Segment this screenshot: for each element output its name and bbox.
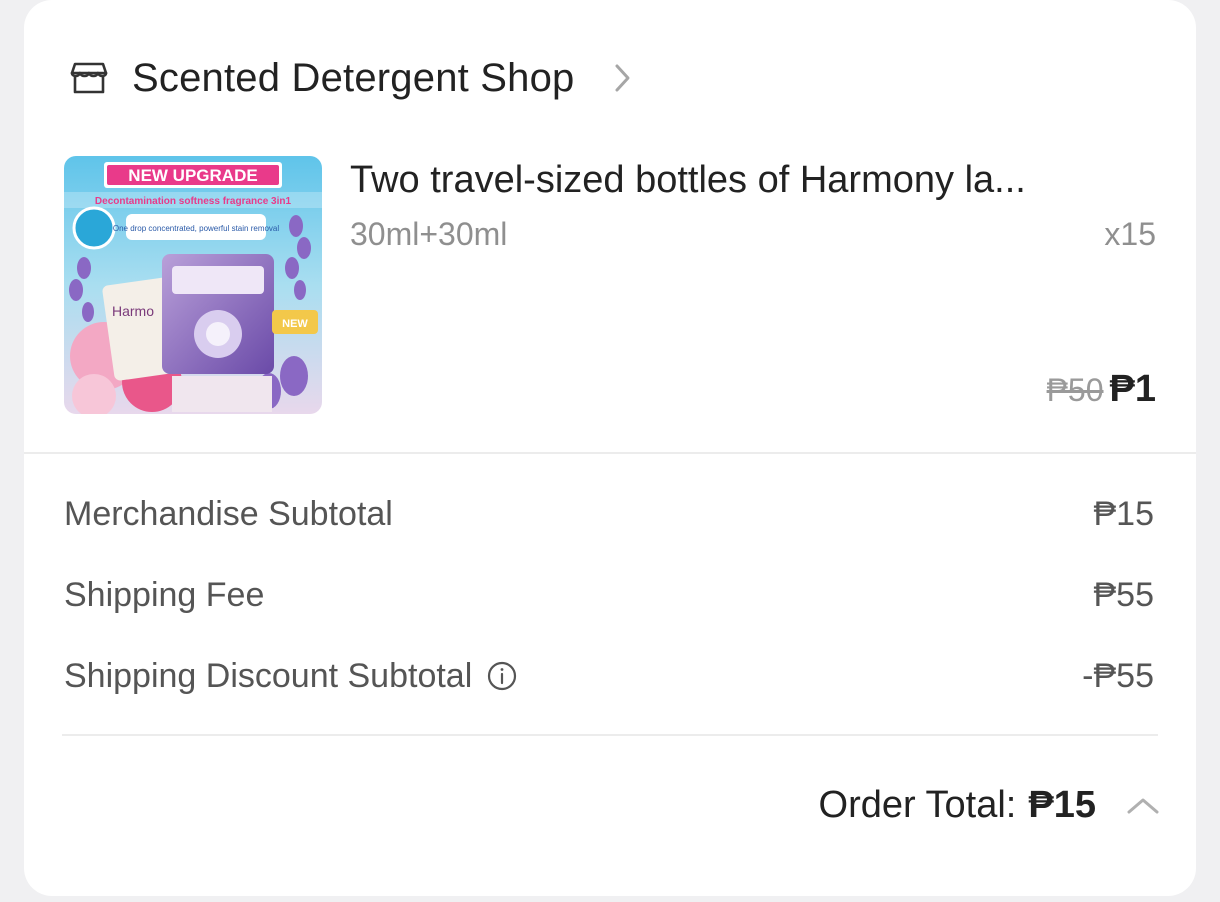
shipping-fee-row: Shipping Fee ₱55 <box>64 573 1154 617</box>
merchandise-subtotal-row: Merchandise Subtotal ₱15 <box>64 492 1154 536</box>
order-total-label: Order Total: <box>818 784 1017 826</box>
chevron-right-icon <box>613 63 631 93</box>
shop-header[interactable]: Scented Detergent Shop <box>68 52 631 104</box>
store-icon <box>68 57 110 99</box>
shipping-discount-label: Shipping Discount Subtotal <box>64 656 473 695</box>
product-variant: 30ml+30ml <box>350 216 508 252</box>
image-tagline-text: Decontamination softness fragrance 3in1 <box>95 196 292 207</box>
shipping-discount-label-group: Shipping Discount Subtotal <box>64 657 518 696</box>
order-total-value: ₱15 <box>1028 784 1096 826</box>
image-subline-text: One drop concentrated, powerful stain re… <box>113 224 280 233</box>
merchandise-subtotal-label: Merchandise Subtotal <box>64 494 393 533</box>
shop-name: Scented Detergent Shop <box>132 55 575 100</box>
image-brand-text: Harmo <box>112 303 154 319</box>
product-prices: ₱50 ₱1 <box>1047 368 1156 411</box>
image-sticker-text: NEW <box>282 318 308 330</box>
product-item: NEW UPGRADE Decontamination softness fra… <box>64 156 1156 414</box>
product-image[interactable]: NEW UPGRADE Decontamination softness fra… <box>64 156 322 414</box>
product-quantity: x15 <box>1104 216 1156 252</box>
shipping-discount-row: Shipping Discount Subtotal -₱55 <box>64 654 1154 698</box>
shipping-fee-label: Shipping Fee <box>64 575 265 614</box>
section-divider <box>24 452 1196 454</box>
original-price: ₱50 <box>1046 372 1104 408</box>
sale-price: ₱1 <box>1109 368 1156 410</box>
product-title[interactable]: Two travel-sized bottles of Harmony la..… <box>350 156 1026 204</box>
order-card: Scented Detergent Shop NEW UPGRADE Decon… <box>24 0 1196 896</box>
merchandise-subtotal-value: ₱15 <box>1093 494 1155 533</box>
chevron-up-icon <box>1126 796 1160 816</box>
shipping-fee-value: ₱55 <box>1093 575 1155 614</box>
info-icon[interactable] <box>486 660 518 692</box>
image-badge-text: NEW UPGRADE <box>128 166 257 185</box>
order-total-toggle[interactable]: Order Total: ₱15 <box>819 784 1160 827</box>
shipping-discount-value: -₱55 <box>1082 656 1154 695</box>
summary-divider <box>62 734 1158 736</box>
